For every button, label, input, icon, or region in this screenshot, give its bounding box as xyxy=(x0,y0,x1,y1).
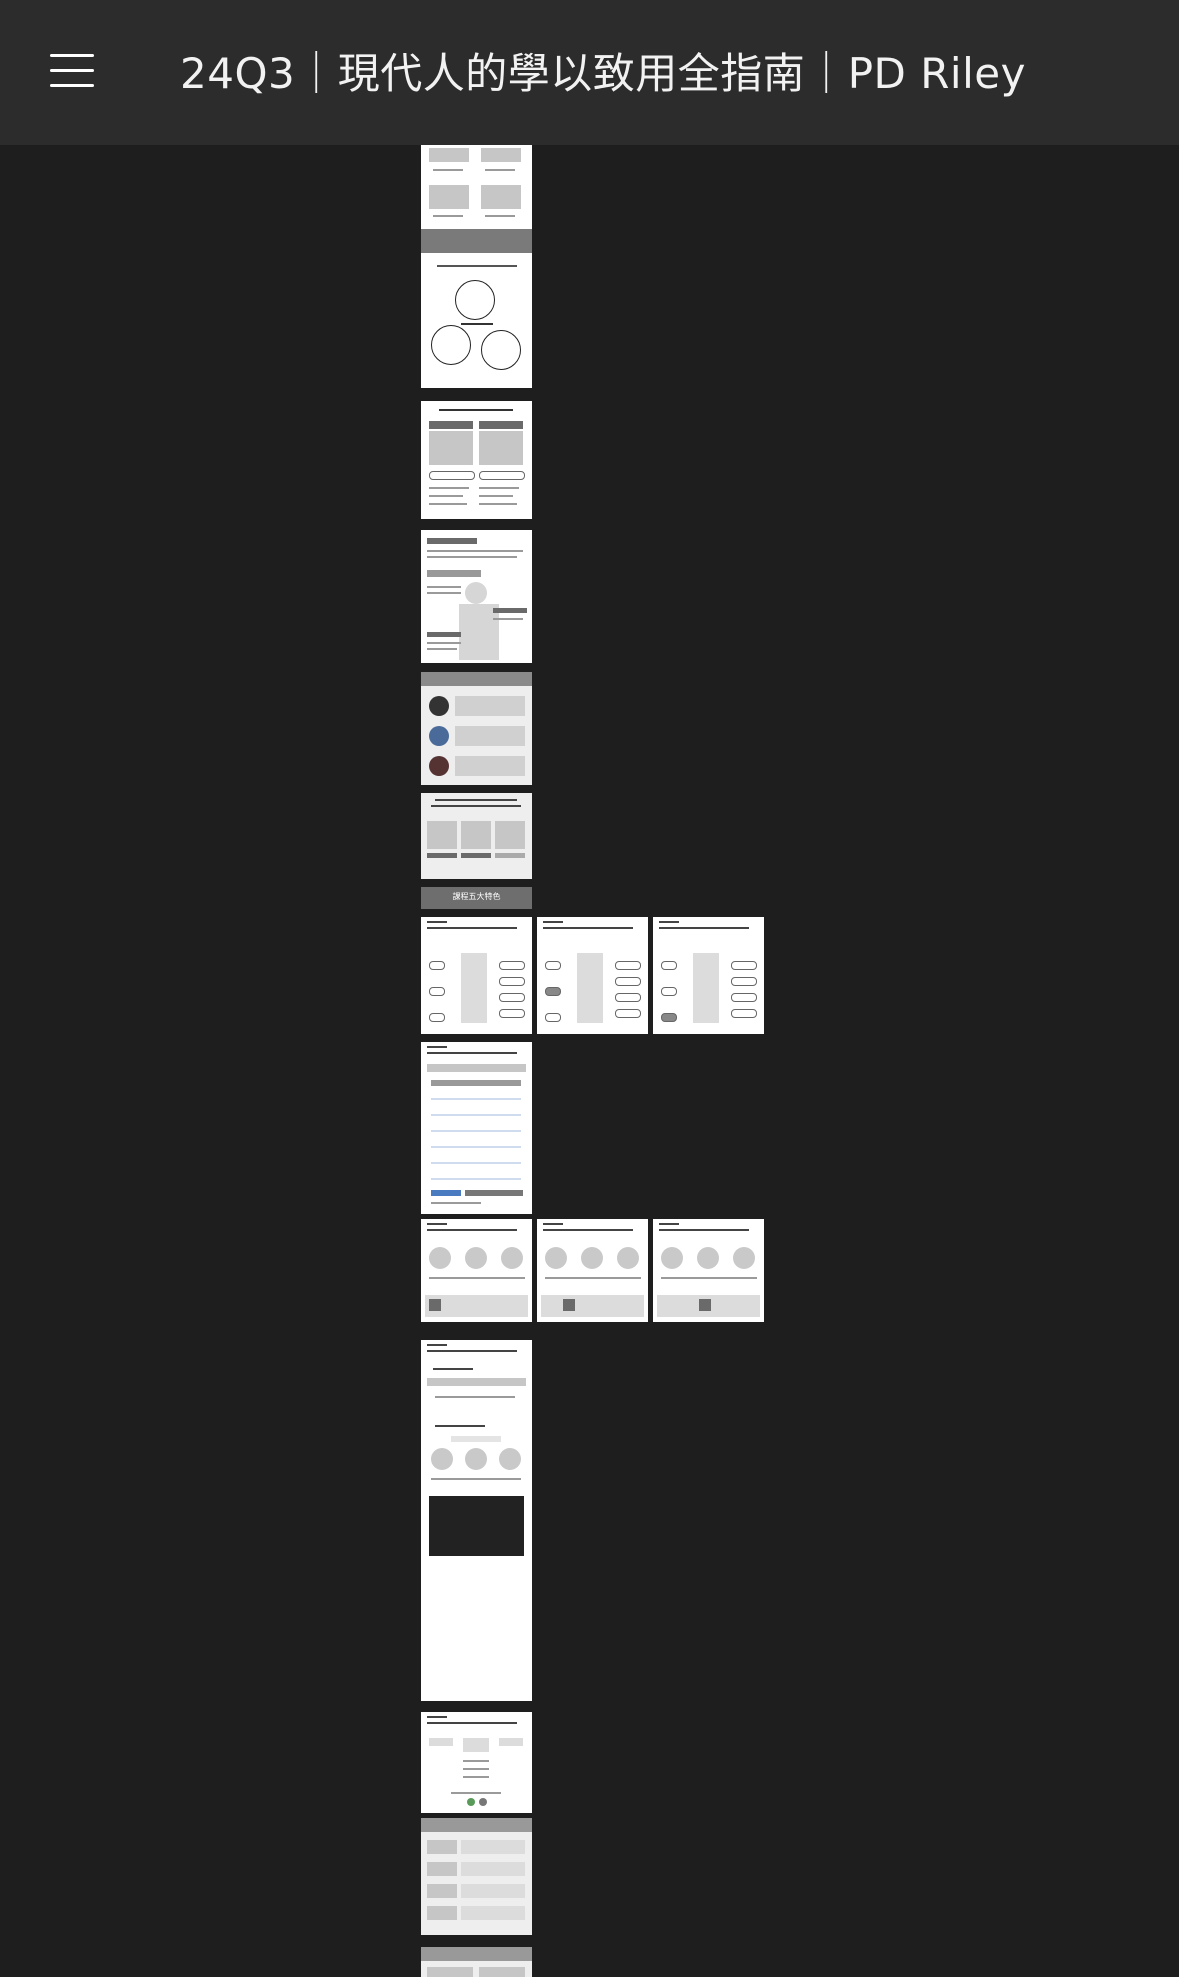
frame-intro[interactable] xyxy=(421,145,532,388)
design-canvas[interactable]: 課程五大特色 xyxy=(0,145,1179,1977)
top-bar: 24Q3｜現代人的學以致用全指南｜PD Riley xyxy=(0,0,1179,145)
frame-audience[interactable] xyxy=(421,1818,532,1935)
frame-feature5[interactable] xyxy=(421,1712,532,1813)
frame-system[interactable] xyxy=(421,793,532,879)
frame-learning[interactable] xyxy=(421,530,532,663)
frame-feature3-a[interactable] xyxy=(421,1219,532,1322)
frame-feature1-c[interactable] xyxy=(653,917,764,1034)
page-title: 24Q3｜現代人的學以致用全指南｜PD Riley xyxy=(180,49,1026,98)
features-label[interactable]: 課程五大特色 xyxy=(421,887,532,909)
frame-feature2[interactable] xyxy=(421,1042,532,1214)
frame-outcome[interactable] xyxy=(421,1947,532,1977)
frame-feature4[interactable] xyxy=(421,1340,532,1701)
frame-feature1-b[interactable] xyxy=(537,917,648,1034)
frame-output[interactable] xyxy=(421,401,532,519)
frame-feature3-b[interactable] xyxy=(537,1219,648,1322)
frame-instructors[interactable] xyxy=(421,672,532,785)
frame-feature3-c[interactable] xyxy=(653,1219,764,1322)
frame-feature1-a[interactable] xyxy=(421,917,532,1034)
hamburger-menu-icon[interactable] xyxy=(50,52,94,88)
